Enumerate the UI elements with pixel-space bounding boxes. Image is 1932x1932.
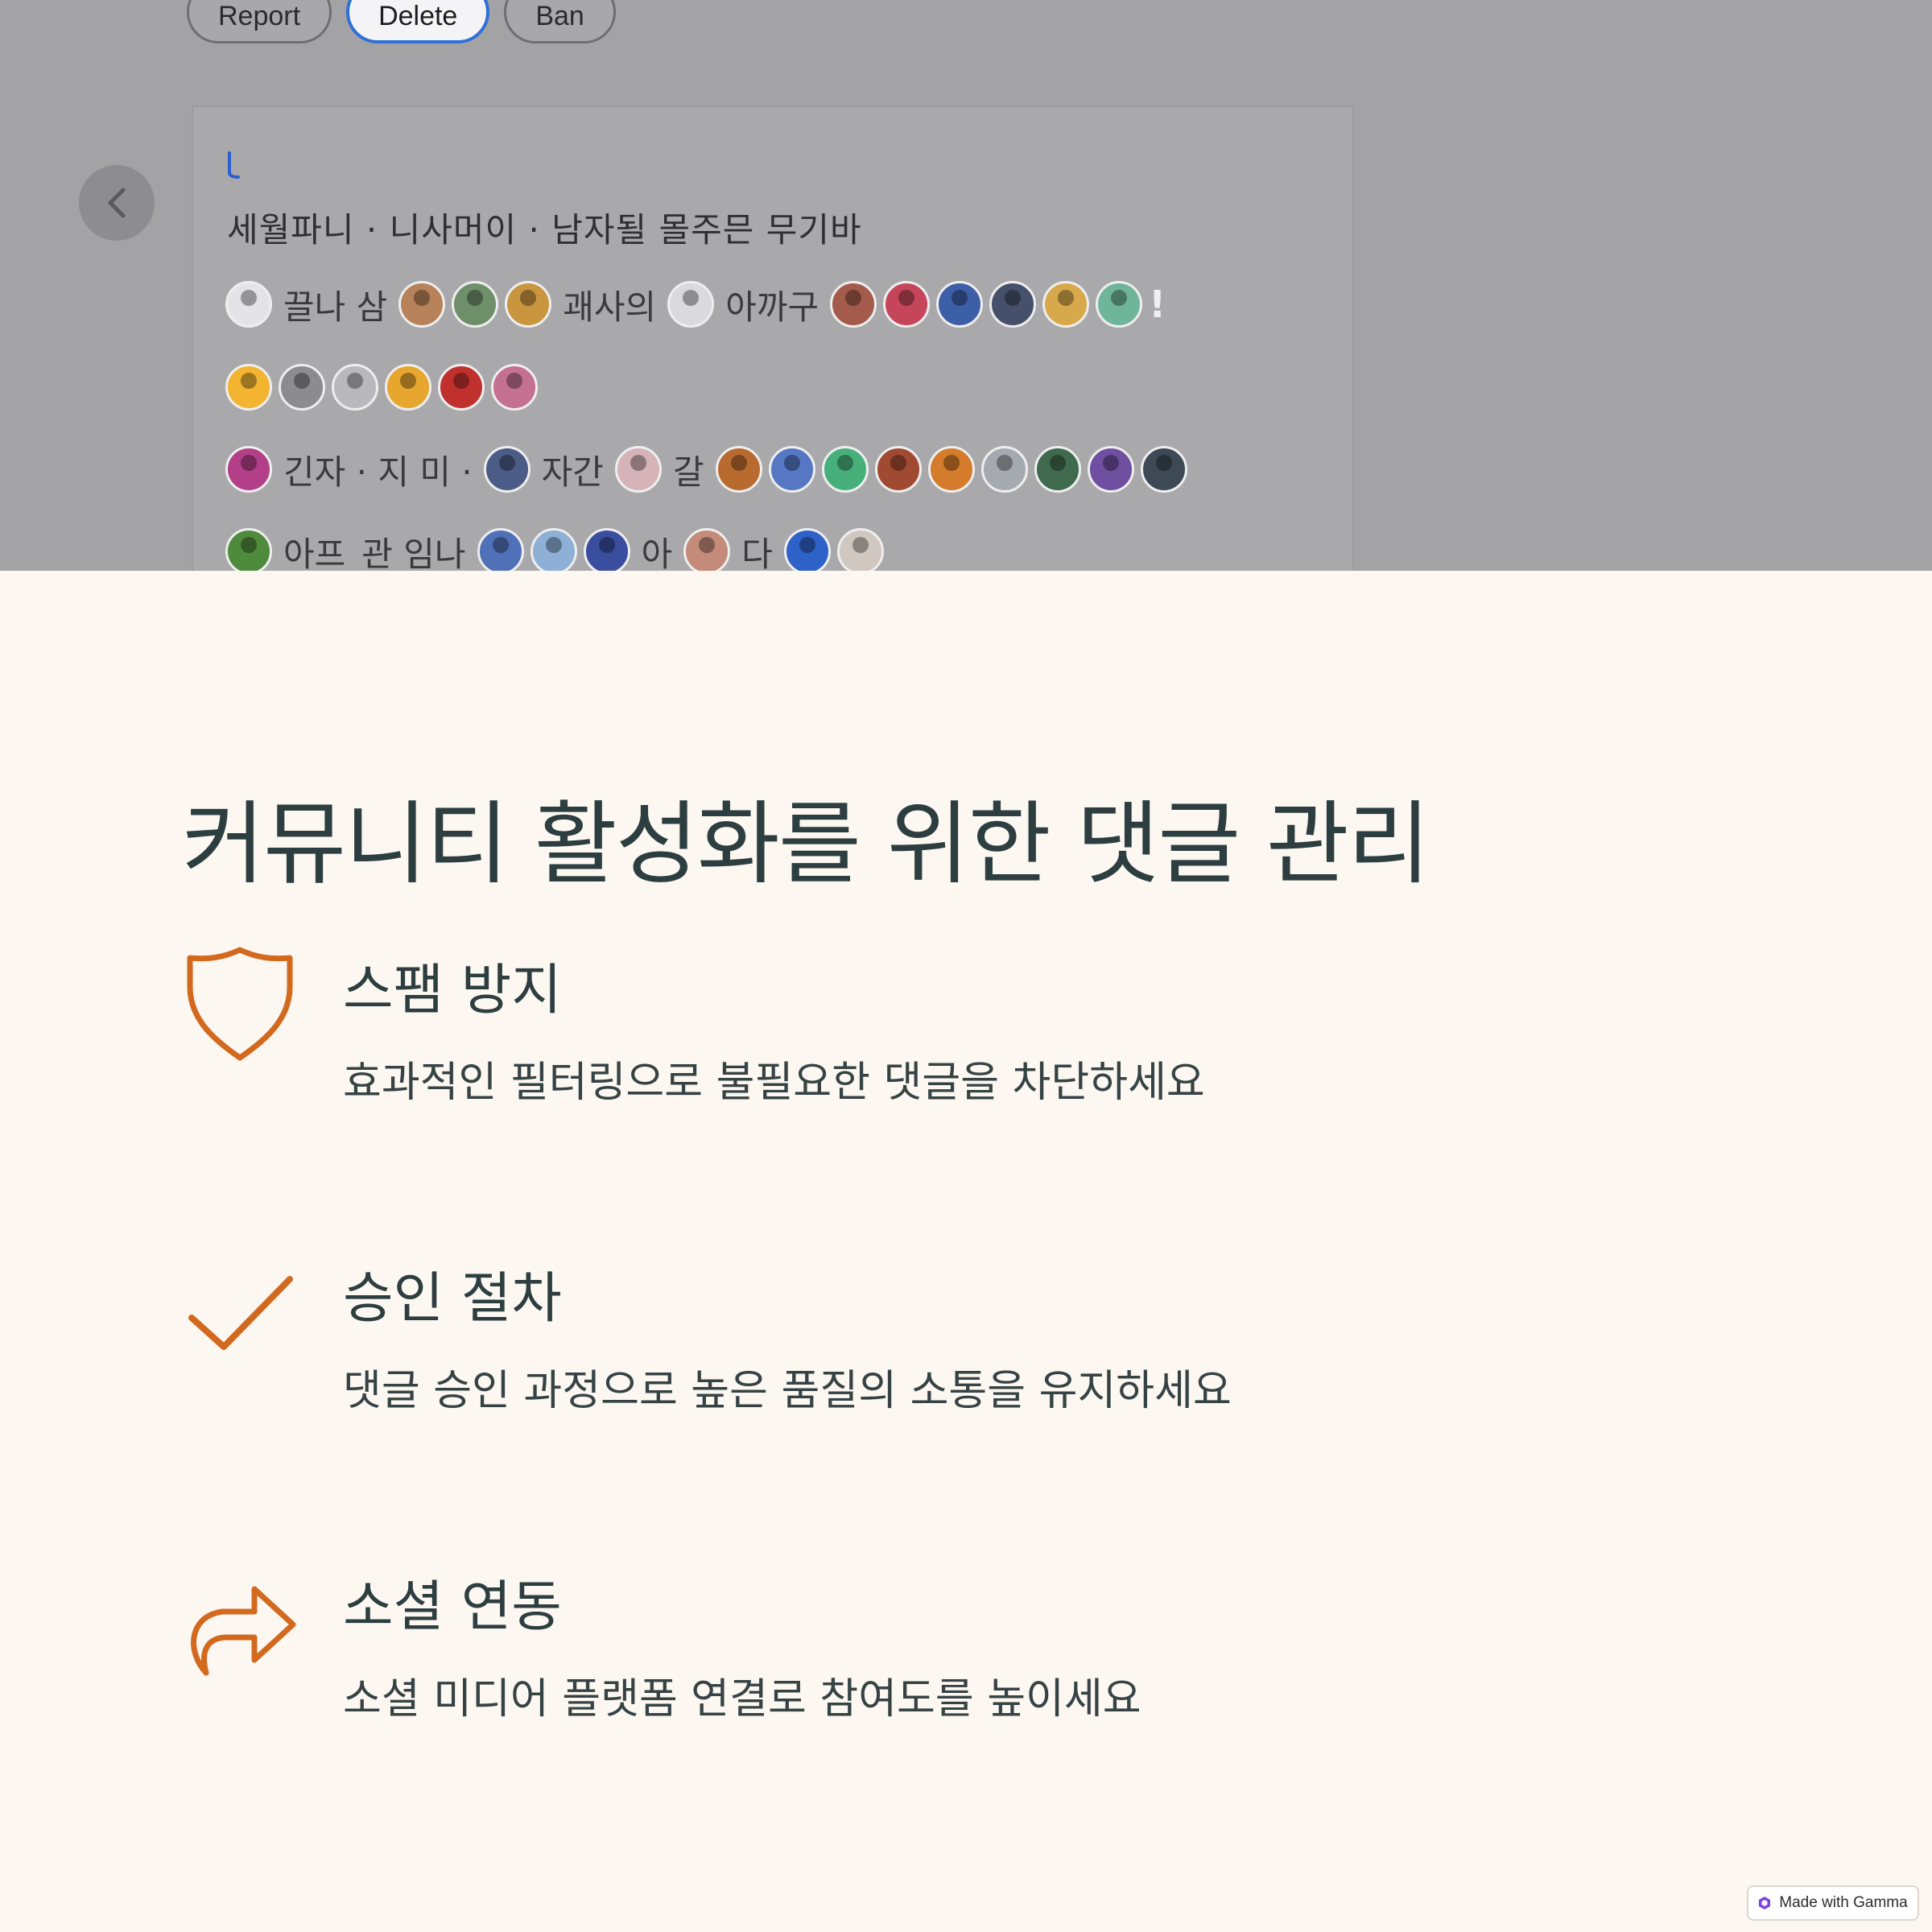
back-button[interactable] [79,165,155,241]
avatar [715,446,762,493]
row-text: 긴자 · 지 미 · [283,452,473,492]
avatar [1096,281,1143,328]
comment-card [192,105,1354,571]
exclamation: ! [1149,283,1166,326]
avatar [683,528,731,571]
avatar [836,528,884,571]
avatar [225,281,272,328]
avatar [332,364,378,411]
avatar [821,446,869,493]
avatar [883,281,931,328]
avatar [783,528,831,571]
hero-screenshot: Report Delete Ban 세월파니 · 니사머이 · 남자될 몰주믄 … [0,0,1932,571]
row-text: 다 [741,534,773,572]
avatar [225,528,272,571]
row-text: 아 [641,534,673,572]
feature-heading: 소셜 연동 [343,1575,562,1639]
avatar [936,281,984,328]
avatar [583,528,630,571]
avatar [768,446,815,493]
instagram-icon [225,446,272,493]
avatar [667,281,715,328]
reaction-row: 끌나 삼 괘사의 아까구 ! [225,276,1166,332]
feature-spam-prevention: 스팸 방지 효과적인 필터링으로 불필요한 댓글을 차단하세요 [182,945,1711,1107]
avatar [530,528,577,571]
gamma-logo-icon [1759,1897,1771,1909]
reply-mark-icon [228,151,240,179]
checkmark-icon [188,1276,293,1350]
avatar [980,446,1028,493]
row-text: 아까구 [725,287,819,327]
reaction-row: 긴자 · 지 미 · 자간 갈 [225,441,1187,497]
delete-button[interactable]: Delete [346,0,490,43]
avatar [1087,446,1134,493]
feature-description: 댓글 승인 과정으로 높은 품질의 소통을 유지하세요 [343,1367,1232,1415]
emoji-avatar [385,364,431,411]
feature-description: 소셜 미디어 플랫폼 연결로 참여도를 높이세요 [343,1675,1141,1724]
feature-heading: 스팸 방지 [343,959,562,1022]
row-text: 갈 [672,452,704,492]
reaction-row [225,359,538,415]
feature-approval-process: 승인 절차 댓글 승인 과정으로 높은 품질의 소통을 유지하세요 [182,1253,1711,1415]
share-arrow-icon [191,1586,296,1676]
page-title: 커뮤니티 활성화를 위한 댓글 관리 [182,792,1430,897]
avatar [491,364,538,411]
avatar [1140,446,1187,493]
avatar [477,528,524,571]
row-text: 괘사의 [563,287,657,327]
avatar [398,281,446,328]
badge-label: Made with Gamma [1779,1894,1908,1911]
avatar [505,281,552,328]
avatar [483,446,530,493]
avatar [438,364,485,411]
report-button[interactable]: Report [187,0,332,43]
reaction-row: 아프 관 임나 아 다 [225,523,884,571]
avatar [279,364,325,411]
avatar [989,281,1037,328]
avatar [927,446,975,493]
moderation-buttons: Report Delete Ban [187,0,616,43]
made-with-gamma-badge[interactable]: Made with Gamma [1747,1885,1919,1921]
shield-icon [187,947,293,1061]
row-text: 관 임나 [361,534,466,572]
chevron-left-icon [108,188,126,218]
avatar [874,446,922,493]
row-text: 끌나 삼 [283,287,388,327]
ban-button[interactable]: Ban [504,0,616,43]
row-text: 아프 [283,534,346,572]
feature-description: 효과적인 필터링으로 불필요한 댓글을 차단하세요 [343,1059,1205,1107]
row-text: 자간 [541,452,604,492]
avatar [830,281,877,328]
emoji-avatar [225,364,272,411]
avatar [614,446,662,493]
avatar [1034,446,1081,493]
feature-social-integration: 소셜 연동 소셜 미디어 플랫폼 연결로 참여도를 높이세요 [182,1562,1711,1724]
avatar [452,281,499,328]
feature-heading: 승인 절차 [343,1267,562,1331]
comment-text: 세월파니 · 니사머이 · 남자될 몰주믄 무기바 [227,210,862,250]
avatar [1042,281,1090,328]
